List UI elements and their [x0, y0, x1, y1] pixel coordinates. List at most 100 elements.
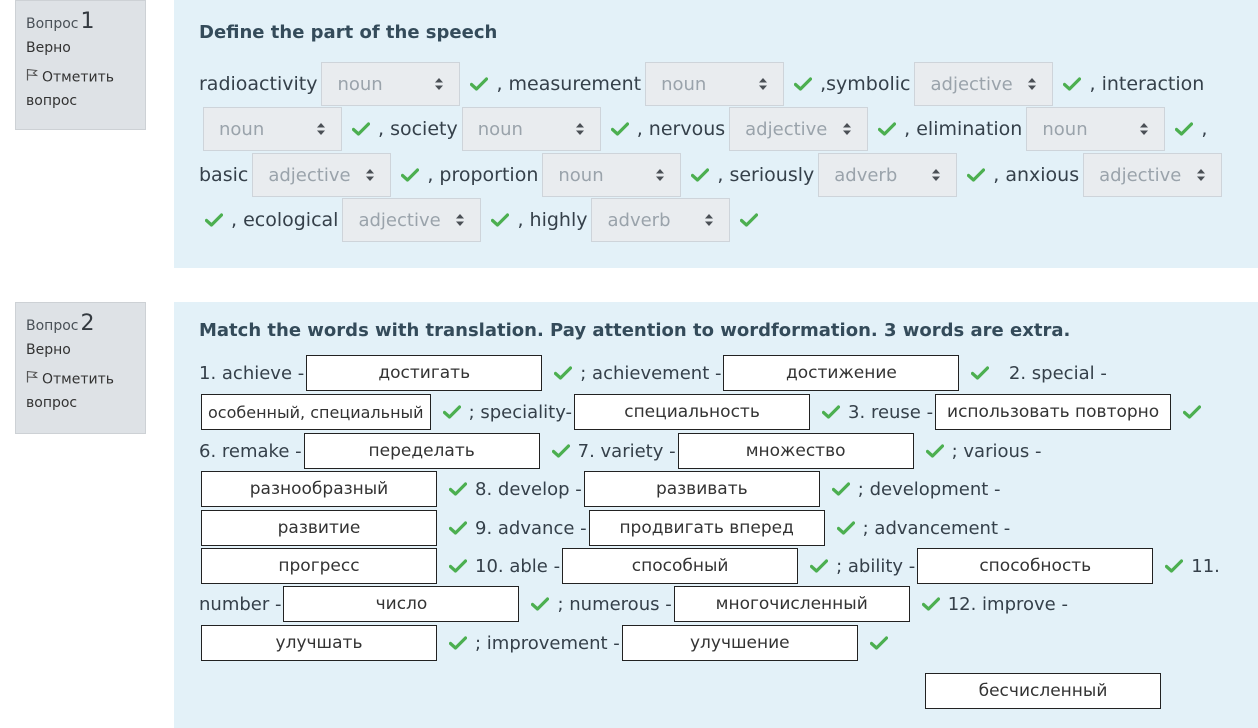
question-word: ; speciality-	[468, 401, 573, 423]
correct-check-icon	[551, 444, 570, 458]
select-caret-icon	[655, 168, 665, 182]
select-caret-icon	[704, 213, 714, 227]
question-word: , proportion	[427, 164, 539, 186]
question-word: 9. advance -	[475, 517, 587, 539]
part-of-speech-select[interactable]: adverb	[818, 153, 958, 197]
part-of-speech-select[interactable]: adjective	[342, 198, 482, 242]
select-caret-icon	[758, 77, 768, 91]
drop-answer-box[interactable]: способность	[917, 548, 1154, 584]
question-word: , highly	[517, 209, 588, 231]
question-1-content: Define the part of the speech radioactiv…	[174, 0, 1258, 268]
correct-check-icon	[442, 405, 461, 419]
answer-row: прогресс 10. able - способный ; ability - сп…	[199, 547, 1220, 585]
drop-answer-box[interactable]: улучшение	[621, 625, 858, 661]
select-value: adjective	[930, 73, 1013, 95]
correct-check-icon	[1175, 122, 1194, 136]
part-of-speech-select[interactable]: noun	[321, 62, 461, 106]
select-caret-icon	[931, 168, 941, 182]
drop-answer-box[interactable]: достижение	[723, 355, 960, 391]
select-value: adverb	[834, 164, 898, 186]
question-word: , ecological	[231, 209, 339, 231]
select-value: noun	[477, 118, 523, 140]
question-word: basic	[199, 164, 249, 186]
answer-row: улучшать ; improvement - улучшение	[199, 624, 896, 662]
question-number-value: 1	[80, 9, 95, 34]
part-of-speech-select[interactable]: adjective	[914, 62, 1054, 106]
drop-answer-box[interactable]: переделать	[303, 433, 540, 469]
question-word: 8. develop -	[475, 478, 582, 500]
flag-question-button[interactable]: Отметить вопрос	[26, 368, 135, 415]
question-word: 2. special -	[997, 362, 1107, 384]
drop-answer-box[interactable]: улучшать	[201, 625, 437, 661]
part-of-speech-select[interactable]: adjective	[729, 107, 869, 151]
correct-check-icon	[449, 482, 467, 496]
answer-row: 6. remake - переделать 7. variety - множест…	[199, 432, 1042, 470]
question-word: ; numerous -	[557, 593, 672, 615]
select-value: adverb	[607, 209, 671, 231]
part-of-speech-select[interactable]: noun	[542, 153, 682, 197]
flag-question-label: Отметить вопрос	[26, 69, 115, 109]
select-value: adjective	[268, 164, 351, 186]
part-of-speech-select[interactable]: adjective	[252, 153, 392, 197]
question-word: , society	[378, 118, 458, 140]
select-value: noun	[219, 118, 265, 140]
correct-check-icon	[531, 597, 550, 611]
drop-answer-box[interactable]: продвигать вперед	[588, 510, 825, 546]
correct-check-icon	[1183, 405, 1202, 419]
flag-question-label: Отметить вопрос	[26, 371, 115, 411]
answer-row: radioactivity noun , measurement noun ,symbo…	[199, 61, 1204, 107]
question-word: 11.	[1191, 555, 1220, 577]
flag-question-button[interactable]: Отметить вопрос	[26, 66, 135, 113]
question-word: ,	[1201, 118, 1208, 140]
answer-row: 1. achieve - достигать ; achievement - дост…	[199, 354, 1107, 392]
correct-check-icon	[869, 636, 888, 650]
question-word: , anxious	[993, 164, 1080, 186]
drop-answer-box[interactable]: специальность	[574, 394, 811, 430]
select-value: adjective	[358, 209, 441, 231]
question-word: 12. improve -	[947, 593, 1068, 615]
correct-check-icon	[878, 122, 897, 136]
drop-answer-box[interactable]: множество	[677, 433, 914, 469]
question-number-value: 2	[80, 311, 95, 336]
drop-answer-box[interactable]: развивать	[583, 471, 820, 507]
correct-check-icon	[836, 521, 855, 535]
correct-check-icon	[205, 213, 223, 227]
part-of-speech-select[interactable]: noun	[1026, 107, 1166, 151]
part-of-speech-select[interactable]: adverb	[591, 198, 731, 242]
answer-row: basic adjective , proportion noun , seriousl…	[199, 152, 1226, 198]
question-number: Вопрос2	[26, 311, 95, 336]
drop-answer-box[interactable]: достигать	[306, 355, 543, 391]
question-word: number -	[199, 593, 282, 615]
question-state: Верно	[26, 342, 71, 358]
question-word: ; ability -	[836, 555, 916, 577]
question-2-content: Match the words with translation. Pay at…	[174, 302, 1258, 728]
drop-answer-box[interactable]: число	[283, 586, 520, 622]
extra-answer-choice[interactable]: бесчисленный	[925, 673, 1161, 709]
part-of-speech-select[interactable]: noun	[645, 62, 785, 106]
flag-icon	[26, 66, 39, 89]
part-of-speech-select[interactable]: noun	[461, 107, 601, 151]
drop-answer-box[interactable]: разнообразный	[201, 471, 437, 507]
select-value: noun	[661, 73, 707, 95]
drop-answer-box[interactable]: развитие	[201, 510, 437, 546]
drop-answer-box[interactable]: многочисленный	[673, 586, 910, 622]
answer-row: , ecological adjective , highly adverb	[199, 197, 766, 243]
drop-answer-box[interactable]: способный	[562, 548, 799, 584]
correct-check-icon	[740, 213, 759, 227]
correct-check-icon	[831, 482, 850, 496]
drop-answer-box[interactable]: использовать повторно	[935, 394, 1172, 430]
correct-check-icon	[921, 597, 940, 611]
question-word: 1. achieve -	[199, 362, 305, 384]
part-of-speech-select[interactable]: noun	[203, 107, 342, 151]
drop-answer-box[interactable]: особенный, специальный	[201, 394, 431, 430]
select-caret-icon	[455, 213, 465, 227]
question-word: ; various -	[951, 440, 1042, 462]
select-caret-icon	[1196, 168, 1206, 182]
question-2-info: Вопрос2 Верно Отметить вопрос	[15, 302, 146, 434]
part-of-speech-select[interactable]: adjective	[1083, 153, 1223, 197]
select-caret-icon	[842, 122, 852, 136]
correct-check-icon	[449, 636, 467, 650]
select-caret-icon	[575, 122, 585, 136]
select-value: noun	[1042, 118, 1088, 140]
drop-answer-box[interactable]: прогресс	[201, 548, 437, 584]
